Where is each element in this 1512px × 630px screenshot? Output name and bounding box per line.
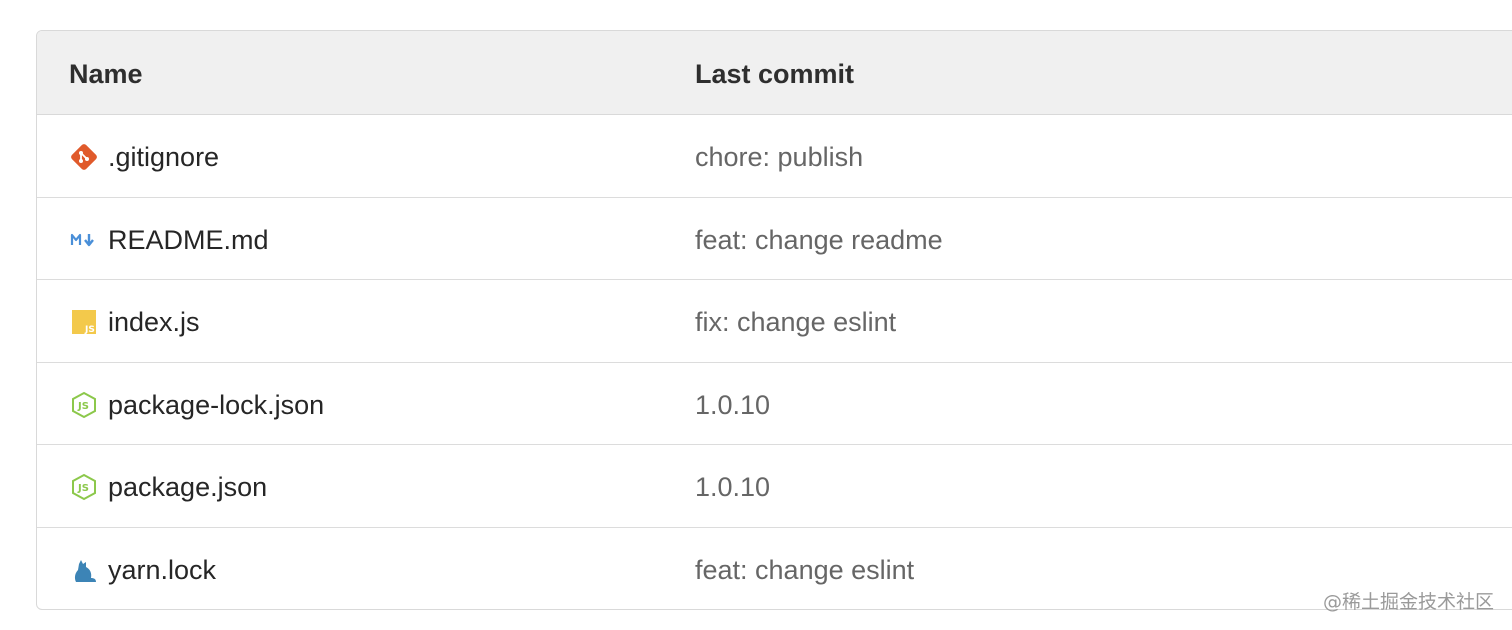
nodejs-icon: JS [70, 473, 98, 501]
nodejs-icon: JS [70, 391, 98, 419]
file-name[interactable]: package.json [108, 445, 267, 527]
column-header-last-commit[interactable]: Last commit [695, 31, 854, 115]
file-name[interactable]: .gitignore [108, 115, 219, 197]
commit-message[interactable]: feat: change eslint [695, 528, 914, 610]
commit-message[interactable]: 1.0.10 [695, 445, 770, 527]
table-row[interactable]: README.md feat: change readme [37, 198, 1512, 280]
commit-message[interactable]: 1.0.10 [695, 363, 770, 445]
table-row[interactable]: JS package.json 1.0.10 [37, 445, 1512, 528]
svg-text:JS: JS [77, 483, 89, 494]
file-name[interactable]: README.md [108, 198, 269, 280]
svg-text:JS: JS [77, 401, 89, 412]
yarn-icon [70, 556, 98, 584]
table-header: Name Last commit [37, 31, 1512, 115]
svg-text:JS: JS [84, 325, 95, 335]
commit-message[interactable]: chore: publish [695, 115, 863, 197]
table-row[interactable]: JS index.js fix: change eslint [37, 280, 1512, 363]
commit-message[interactable]: feat: change readme [695, 198, 943, 280]
markdown-icon [70, 226, 98, 254]
file-table: Name Last commit .gitignore chore: publi… [36, 30, 1512, 610]
git-icon [70, 143, 98, 171]
column-header-name[interactable]: Name [69, 31, 143, 115]
file-name[interactable]: index.js [108, 280, 200, 362]
file-name[interactable]: yarn.lock [108, 528, 216, 610]
commit-message[interactable]: fix: change eslint [695, 280, 896, 362]
watermark: @稀土掘金技术社区 [1322, 591, 1494, 613]
table-row[interactable]: .gitignore chore: publish [37, 115, 1512, 198]
file-name[interactable]: package-lock.json [108, 363, 324, 445]
table-row[interactable]: JS package-lock.json 1.0.10 [37, 363, 1512, 445]
table-row[interactable]: yarn.lock feat: change eslint [37, 528, 1512, 610]
javascript-file-icon: JS [70, 308, 98, 336]
